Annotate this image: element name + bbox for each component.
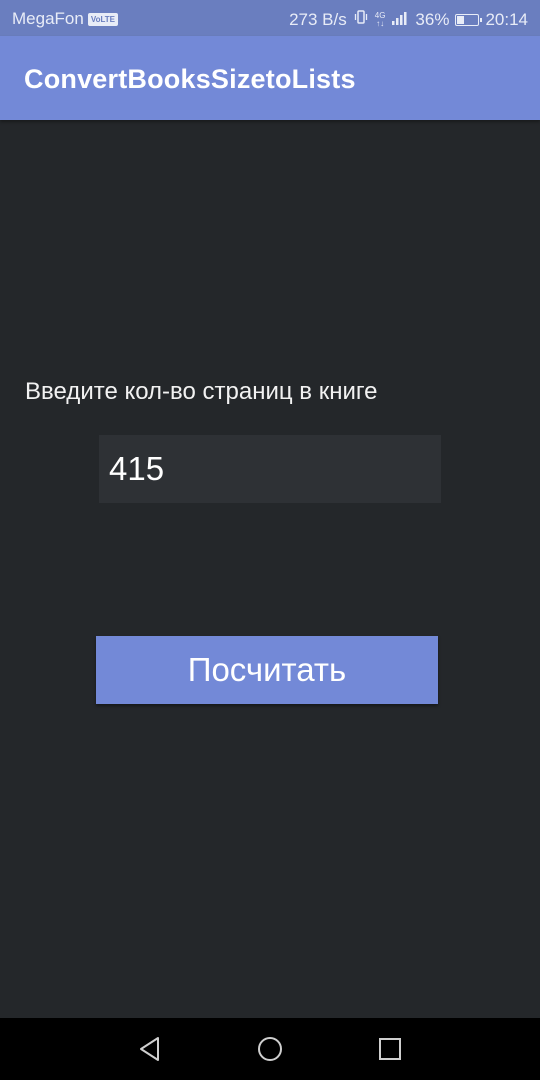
recents-square-icon[interactable] xyxy=(374,1033,406,1065)
volte-badge: VoLTE xyxy=(87,12,118,26)
status-right: 273 B/s 4G ↑↓ 36% 20:14 xyxy=(289,9,528,30)
network-speed: 273 B/s xyxy=(289,9,347,29)
status-bar: MegaFon VoLTE 273 B/s 4G ↑↓ 36% 20:14 xyxy=(0,0,540,36)
signal-icon xyxy=(391,10,409,30)
home-circle-icon[interactable] xyxy=(254,1033,286,1065)
navigation-bar xyxy=(0,1018,540,1080)
carrier-name: MegaFon xyxy=(12,9,84,28)
pages-count-input[interactable] xyxy=(99,435,441,503)
battery-level-fill xyxy=(457,15,465,24)
pages-prompt-label: Введите кол-во страниц в книге xyxy=(25,378,378,405)
app-title: ConvertBooksSizetoLists xyxy=(24,64,356,94)
battery-percent: 36% xyxy=(415,9,450,29)
status-left: MegaFon VoLTE xyxy=(12,9,118,29)
network-type: 4G ↑↓ xyxy=(374,10,386,28)
calculate-button[interactable]: Посчитать xyxy=(96,636,438,704)
battery-icon xyxy=(455,13,483,26)
back-triangle-icon[interactable] xyxy=(134,1033,166,1065)
app-screen: MegaFon VoLTE 273 B/s 4G ↑↓ 36% 20:14 Co… xyxy=(0,0,540,1080)
clock: 20:14 xyxy=(485,9,528,29)
vibrate-icon xyxy=(353,9,369,30)
app-bar: ConvertBooksSizetoLists xyxy=(0,36,540,120)
